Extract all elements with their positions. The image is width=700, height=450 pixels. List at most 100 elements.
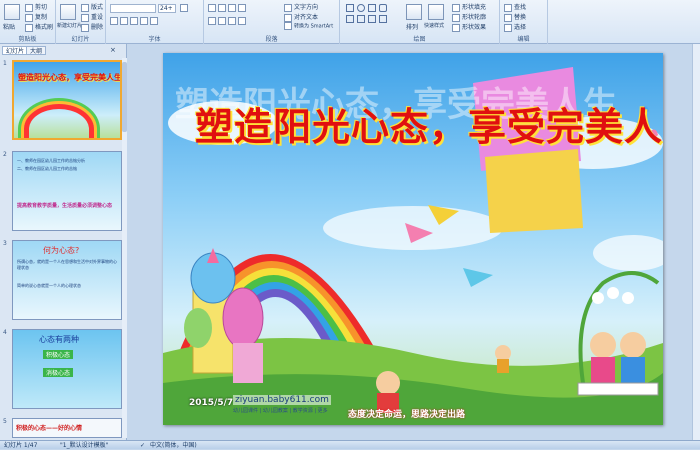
text-direction-icon xyxy=(284,3,292,12)
thumbnail-number: 2 xyxy=(3,151,7,158)
slide-thumbnail-1[interactable]: 塑造阳光心态，享受完美人生 xyxy=(12,60,122,140)
slides-pane: 幻灯片 大纲 × 1 塑造阳光心态，享受完美人生 2 一、教师在园区幼儿园工作的… xyxy=(0,44,127,440)
outline-icon xyxy=(452,13,460,22)
align-right-icon xyxy=(228,17,236,25)
main-vertical-scrollbar[interactable] xyxy=(692,44,700,440)
shape-outline-button[interactable]: 形状轮廓 xyxy=(452,12,486,22)
italic-icon xyxy=(120,17,128,25)
align-buttons[interactable] xyxy=(208,17,248,25)
slide-thumbnail-4[interactable]: 心态有两种 积极心态 消极心态 xyxy=(12,329,122,409)
paragraph-group-label: 段落 xyxy=(265,36,278,43)
brush-icon xyxy=(25,23,33,32)
new-slide-icon[interactable] xyxy=(60,4,76,20)
replace-button[interactable]: 替换 xyxy=(504,12,526,22)
arrow-shape-icon[interactable] xyxy=(346,15,354,23)
delete-button[interactable]: 删除 xyxy=(81,22,103,32)
align-center-icon xyxy=(218,17,226,25)
brace-shape-icon[interactable] xyxy=(379,15,387,23)
slide-motto: 态度决定命运，思路决定出路 xyxy=(348,410,466,420)
reset-button[interactable]: 重设 xyxy=(81,12,103,22)
grow-font-button[interactable] xyxy=(180,4,190,12)
thumbnail-scrollbar[interactable] xyxy=(122,58,127,438)
indent-icon xyxy=(228,4,236,12)
arrange-icon[interactable] xyxy=(406,4,422,20)
oval-shape-icon[interactable] xyxy=(357,4,365,12)
replace-icon xyxy=(504,13,512,22)
tab-outline[interactable]: 大纲 xyxy=(26,46,47,55)
thumbnail-title: 何为心态? xyxy=(43,246,80,255)
thumbnail-line: 消极心态 xyxy=(43,368,74,377)
new-slide-button[interactable]: 新建幻灯片 xyxy=(57,22,82,29)
align-text-button[interactable]: 对齐文本 xyxy=(284,12,318,22)
close-pane-icon[interactable]: × xyxy=(110,46,116,54)
clipboard-group: 粘贴 剪切 复制 格式刷 剪贴板 xyxy=(0,0,56,44)
format-painter-button[interactable]: 格式刷 xyxy=(25,22,53,32)
slides-group-label: 幻灯片 xyxy=(71,36,90,43)
font-name-combo[interactable] xyxy=(110,4,156,13)
find-button[interactable]: 查找 xyxy=(504,2,526,12)
current-slide[interactable]: 塑造阳光心态，享受完美人生 塑造阳光心态，享受完美人生 2015/5/7 ziy… xyxy=(163,53,663,425)
arrange-button[interactable]: 排列 xyxy=(406,22,418,31)
callout-shape-icon[interactable] xyxy=(368,15,376,23)
tab-slides[interactable]: 幻灯片 xyxy=(2,46,29,55)
thumbnail-line: 简单的说心态就是一个人的心理状态 xyxy=(17,283,81,288)
star-shape-icon[interactable] xyxy=(357,15,365,23)
align-left-icon xyxy=(208,17,216,25)
thumbnail-title: 心态有两种 xyxy=(39,335,79,344)
smartart-icon xyxy=(284,22,292,30)
grow-font-icon xyxy=(180,4,188,12)
layout-button[interactable]: 版式 xyxy=(81,2,103,12)
quick-styles-button[interactable]: 快速样式 xyxy=(424,22,444,29)
smartart-button[interactable]: 转换为 SmartArt xyxy=(284,22,333,30)
triangle-shape-icon[interactable] xyxy=(368,4,376,12)
shape-effects-button[interactable]: 形状效果 xyxy=(452,22,486,32)
bullets-icon xyxy=(208,4,216,12)
cut-button[interactable]: 剪切 xyxy=(25,2,47,12)
font-group-label: 字体 xyxy=(148,36,161,43)
scrollbar-thumb[interactable] xyxy=(122,62,127,132)
slide-title[interactable]: 塑造阳光心态，享受完美人生 xyxy=(195,96,663,151)
thumbnail-line: 二、教师在园区幼儿园工作的苦恼 xyxy=(17,166,77,171)
text-direction-button[interactable]: 文字方向 xyxy=(284,2,318,12)
slide-website: ziyuan.baby611.com xyxy=(233,395,331,405)
slide-thumbnail-5[interactable]: 积极的心态——好的心情 xyxy=(12,418,122,438)
layout-icon xyxy=(81,3,89,12)
font-color-icon xyxy=(150,17,158,25)
scissors-icon xyxy=(25,3,33,12)
slide-date: 2015/5/7 xyxy=(189,398,234,408)
rectangle-shape-icon[interactable] xyxy=(346,4,354,12)
paragraph-group: 文字方向 对齐文本 转换为 SmartArt 段落 xyxy=(204,0,340,44)
line-spacing-icon xyxy=(238,4,246,12)
drawing-group-label: 绘图 xyxy=(413,36,426,43)
slide-footer-small: 幼儿园课件 | 幼儿园教案 | 教学资源 | 更多 xyxy=(233,408,328,414)
rounded-rect-shape-icon[interactable] xyxy=(379,4,387,12)
editing-group: 查找 替换 选择 编辑 xyxy=(500,0,548,44)
strikethrough-icon xyxy=(140,17,148,25)
thumbnail-title: 积极的心态——好的心情 xyxy=(16,425,83,432)
quick-styles-icon[interactable] xyxy=(428,4,444,20)
copy-icon xyxy=(25,13,33,22)
shape-fill-button[interactable]: 形状填充 xyxy=(452,2,486,12)
underline-icon xyxy=(130,17,138,25)
fill-icon xyxy=(452,3,460,12)
paste-icon[interactable] xyxy=(4,4,20,20)
thumbnail-number: 3 xyxy=(3,240,7,247)
ribbon: 粘贴 剪切 复制 格式刷 剪贴板 新建幻灯片 版式 重设 删除 幻灯片 24+ … xyxy=(0,0,700,44)
list-buttons[interactable] xyxy=(208,4,248,12)
thumbnail-number: 5 xyxy=(3,418,7,425)
delete-icon xyxy=(81,23,89,32)
slide-editing-area: 塑造阳光心态，享受完美人生 塑造阳光心态，享受完美人生 2015/5/7 ziy… xyxy=(128,44,700,440)
thumbnail-line: 积极心态 xyxy=(43,350,74,359)
find-icon xyxy=(504,3,512,12)
font-format-buttons[interactable] xyxy=(110,17,160,25)
slide-thumbnail-2[interactable]: 一、教师在园区幼儿园工作的苦恼分析 二、教师在园区幼儿园工作的苦恼 提高教育教学… xyxy=(12,151,122,231)
drawing-group: 排列 快速样式 形状填充 形状轮廓 形状效果 绘图 xyxy=(340,0,500,44)
bold-icon xyxy=(110,17,118,25)
paste-button[interactable]: 粘贴 xyxy=(3,22,15,31)
slide-thumbnail-3[interactable]: 何为心态? 所谓心态，就的是一个人在思想和生活中对外界事物的心理状态 简单的说心… xyxy=(12,240,122,320)
font-size-combo[interactable]: 24+ xyxy=(158,4,176,13)
thumbnail-number: 1 xyxy=(3,60,7,67)
select-button[interactable]: 选择 xyxy=(504,22,526,32)
align-text-icon xyxy=(284,13,292,22)
copy-button[interactable]: 复制 xyxy=(25,12,47,22)
